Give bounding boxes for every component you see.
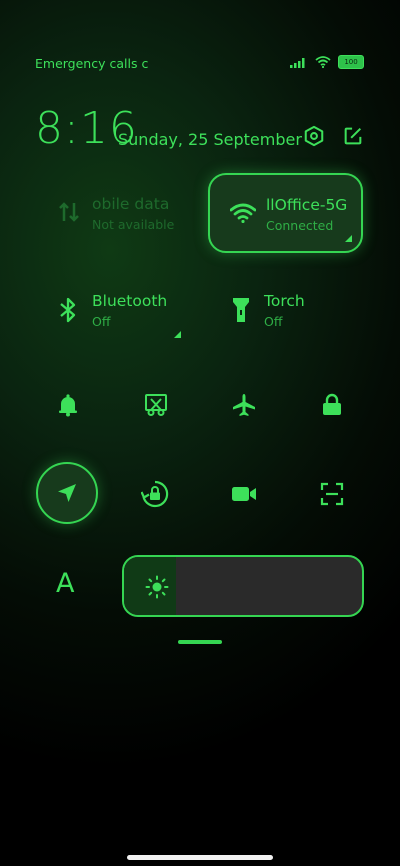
screenshot-icon[interactable] <box>144 393 168 417</box>
sun-icon <box>145 575 169 599</box>
status-icons: 100 <box>290 55 364 69</box>
location-button[interactable] <box>36 462 98 524</box>
settings-hex-icon[interactable] <box>303 125 325 147</box>
wifi-tile[interactable]: llOffice-5G Connected <box>208 173 363 253</box>
wifi-status-icon <box>315 56 331 68</box>
date-text: Sunday, 25 September <box>118 130 302 149</box>
font-size-button[interactable]: A <box>56 568 74 599</box>
mobile-data-label: obile data <box>92 195 170 213</box>
mobile-data-icon <box>59 202 79 222</box>
bluetooth-icon <box>60 297 76 323</box>
mobile-data-status: Not available <box>92 217 175 232</box>
torch-icon <box>233 298 249 322</box>
bluetooth-status: Off <box>92 314 111 329</box>
torch-tile[interactable]: Torch Off <box>232 292 360 342</box>
signal-icon <box>290 57 305 68</box>
rotation-lock-icon[interactable] <box>141 480 169 508</box>
bluetooth-label: Bluetooth <box>92 292 168 310</box>
drag-handle[interactable] <box>178 640 222 644</box>
video-camera-icon[interactable] <box>231 484 257 504</box>
scan-icon[interactable] <box>320 482 344 506</box>
wifi-network-name: llOffice-5G <box>266 196 348 214</box>
bluetooth-expand-corner[interactable] <box>174 331 181 338</box>
lock-icon[interactable] <box>320 393 344 417</box>
status-carrier-text: Emergency calls c <box>35 56 149 71</box>
location-icon <box>58 484 76 502</box>
wifi-expand-corner[interactable] <box>345 235 352 242</box>
battery-icon: 100 <box>338 55 364 69</box>
edit-icon[interactable] <box>342 125 364 147</box>
mobile-data-tile[interactable]: obile data Not available <box>58 195 198 245</box>
brightness-slider[interactable] <box>122 555 364 617</box>
torch-status: Off <box>264 314 283 329</box>
wifi-icon <box>230 203 256 223</box>
bluetooth-tile[interactable]: Bluetooth Off <box>58 292 186 342</box>
bell-icon[interactable] <box>56 393 80 417</box>
home-indicator[interactable] <box>127 855 273 860</box>
airplane-icon[interactable] <box>232 393 256 417</box>
torch-label: Torch <box>264 292 305 310</box>
wifi-status: Connected <box>266 218 334 233</box>
